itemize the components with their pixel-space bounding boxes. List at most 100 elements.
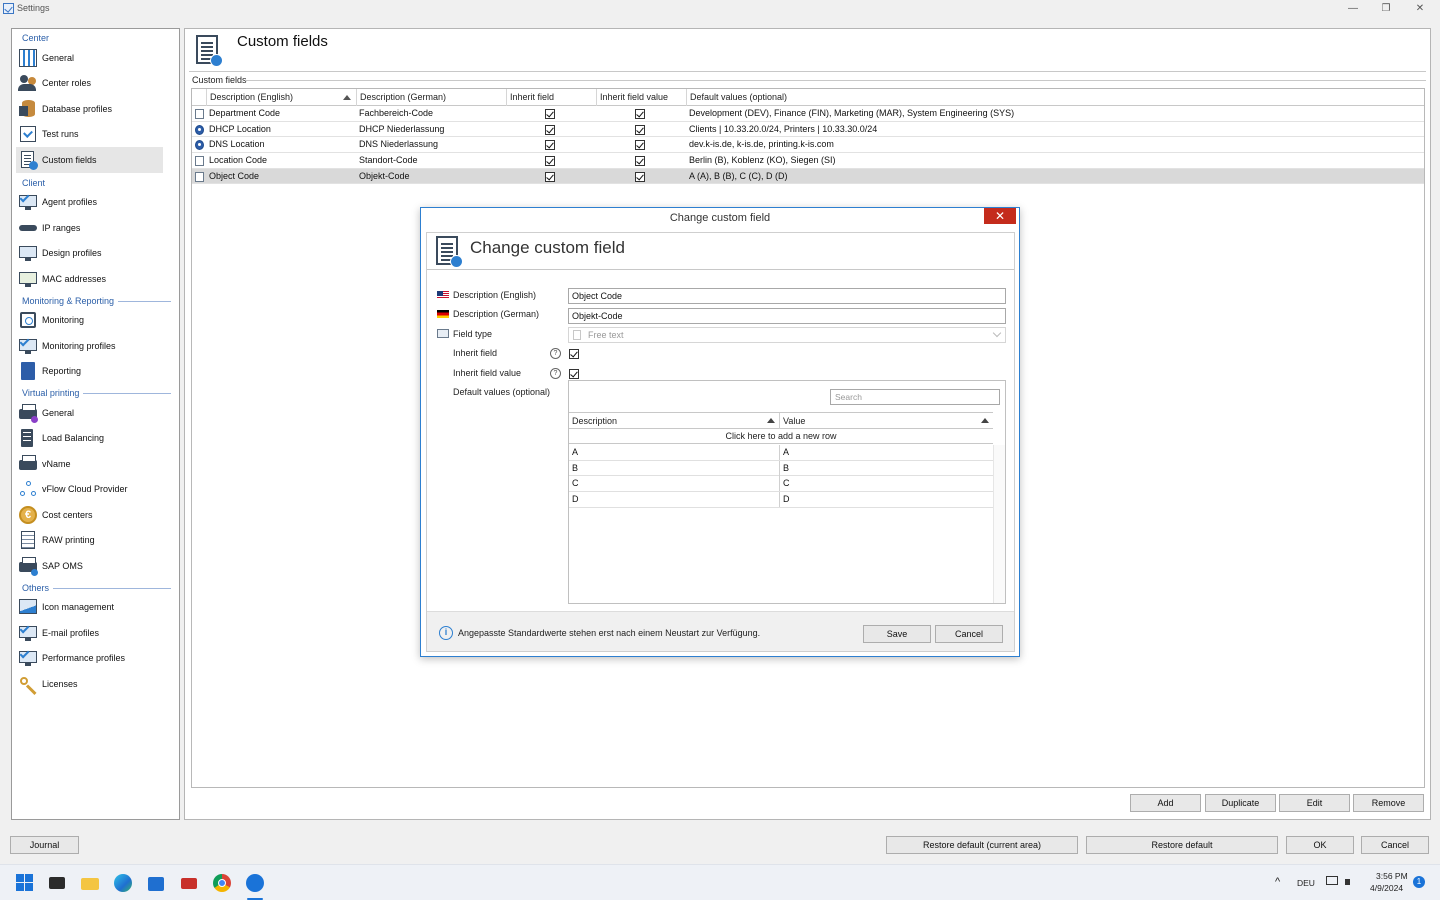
document-icon — [18, 150, 38, 170]
inherit-field-value-checkbox[interactable] — [635, 171, 645, 182]
volume-icon[interactable] — [1344, 875, 1358, 889]
sidebar-item-raw-printing[interactable]: RAW printing — [16, 528, 163, 554]
sidebar-item-mac-addresses[interactable]: MAC addresses — [16, 266, 163, 292]
default-values-grid: Search Description Value Click here to a… — [568, 380, 1006, 604]
field-type-label: Field type — [453, 329, 493, 339]
monitor-icon — [18, 243, 38, 263]
sidebar-item-cost-centers[interactable]: € Cost centers — [16, 502, 163, 528]
sidebar-item-icon-management[interactable]: Icon management — [16, 595, 163, 621]
sidebar-item-vp-general[interactable]: General — [16, 400, 163, 426]
inherit-field-value-checkbox[interactable] — [635, 109, 645, 119]
table-row[interactable]: Location Code Standort-Code Berlin (B), … — [192, 153, 1424, 169]
sidebar-item-center-roles[interactable]: Center roles — [16, 71, 163, 97]
cell-description-english: Location Code — [209, 155, 268, 166]
dialog-cancel-button[interactable]: Cancel — [935, 625, 1003, 643]
sidebar-item-design-profiles[interactable]: Design profiles — [16, 241, 163, 267]
clock-date[interactable]: 4/9/2024 — [1370, 883, 1403, 893]
chevron-up-icon[interactable]: ^ — [1275, 876, 1280, 888]
edit-button[interactable]: Edit — [1279, 794, 1350, 812]
sidebar-item-performance-profiles[interactable]: Performance profiles — [16, 646, 163, 672]
sidebar-item-agent-profiles[interactable]: Agent profiles — [16, 190, 163, 216]
description-english-input[interactable]: Object Code — [568, 288, 1006, 304]
sidebar-item-test-runs[interactable]: Test runs — [16, 122, 163, 148]
column-header-default-values[interactable]: Default values (optional) — [686, 89, 1424, 106]
ok-button[interactable]: OK — [1286, 836, 1354, 854]
description-english-label: Description (English) — [453, 290, 537, 300]
inherit-field-value-checkbox[interactable] — [635, 124, 645, 135]
cell-description-german: Objekt-Code — [359, 170, 410, 181]
sidebar-item-ip-ranges[interactable]: IP ranges — [16, 215, 163, 241]
sidebar-item-sap-oms[interactable]: SAP OMS — [16, 553, 163, 579]
remove-button[interactable]: Remove — [1353, 794, 1424, 812]
chrome-icon[interactable] — [212, 873, 232, 893]
column-header-description-german[interactable]: Description (German) — [356, 89, 506, 106]
sidebar-item-monitoring-profiles[interactable]: Monitoring profiles — [16, 333, 163, 359]
search-input[interactable]: Search — [830, 389, 1000, 405]
table-row[interactable]: Department Code Fachbereich-Code Develop… — [192, 106, 1424, 122]
minimize-button[interactable]: — — [1338, 1, 1368, 17]
cell-description-german: DHCP Niederlassung — [359, 123, 445, 134]
table-row-selected[interactable]: Object Code Objekt-Code A (A), B (B), C … — [192, 168, 1424, 185]
add-new-row[interactable]: Click here to add a new row — [569, 429, 993, 444]
list-item[interactable]: D D — [569, 492, 993, 508]
restore-default-current-area-button[interactable]: Restore default (current area) — [886, 836, 1078, 854]
column-header-inherit-field[interactable]: Inherit field — [506, 89, 596, 106]
inherit-field-checkbox[interactable] — [545, 140, 555, 151]
clock-time[interactable]: 3:56 PM — [1376, 871, 1408, 881]
sidebar-item-email-profiles[interactable]: E-mail profiles — [16, 620, 163, 646]
cell-value: B — [783, 462, 790, 473]
sidebar-item-vflow-cloud-provider[interactable]: vFlow Cloud Provider — [16, 477, 163, 503]
dialog-close-button[interactable]: ✕ — [984, 208, 1016, 224]
printer-app-icon[interactable] — [179, 873, 199, 893]
custom-fields-icon — [194, 34, 224, 68]
table-row[interactable]: DNS Location DNS Niederlassung dev.k-is.… — [192, 137, 1424, 154]
help-icon[interactable]: ? — [550, 368, 561, 379]
inherit-field-checkbox[interactable] — [545, 171, 555, 182]
sidebar-item-load-balancing[interactable]: Load Balancing — [16, 426, 163, 452]
cancel-button[interactable]: Cancel — [1361, 836, 1429, 854]
list-item[interactable]: A A — [569, 445, 993, 461]
save-button[interactable]: Save — [863, 625, 931, 643]
sidebar-item-licenses[interactable]: Licenses — [16, 671, 163, 697]
inherit-field-value-checkbox[interactable] — [635, 140, 645, 151]
table-row[interactable]: DHCP Location DHCP Niederlassung Clients… — [192, 122, 1424, 138]
terminal-icon[interactable] — [47, 873, 67, 893]
sidebar-item-general[interactable]: General — [16, 45, 163, 71]
help-icon[interactable]: ? — [550, 348, 561, 359]
vertical-scrollbar[interactable] — [993, 445, 1005, 603]
sidebar-section-others: Others — [22, 581, 179, 595]
language-indicator[interactable]: DEU — [1297, 878, 1315, 888]
inherit-field-checkbox[interactable] — [545, 124, 555, 135]
description-german-input[interactable]: Objekt-Code — [568, 308, 1006, 324]
duplicate-button[interactable]: Duplicate — [1205, 794, 1276, 812]
store-icon[interactable] — [146, 873, 166, 893]
inherit-field-checkbox[interactable] — [545, 156, 555, 167]
inherit-field-checkbox[interactable] — [569, 349, 579, 359]
sidebar-item-monitoring[interactable]: Monitoring — [16, 308, 163, 334]
column-header-value[interactable]: Value — [780, 413, 993, 429]
maximize-button[interactable]: ❐ — [1371, 1, 1401, 17]
journal-button[interactable]: Journal — [10, 836, 79, 854]
column-header-description[interactable]: Description — [569, 413, 780, 429]
column-header-inherit-field-value[interactable]: Inherit field value — [596, 89, 686, 106]
network-status-icon[interactable] — [1326, 875, 1340, 889]
sidebar-item-custom-fields[interactable]: Custom fields — [16, 147, 163, 173]
edge-browser-icon[interactable] — [113, 873, 133, 893]
sidebar-item-vname[interactable]: vName — [16, 451, 163, 477]
inherit-field-value-checkbox[interactable] — [569, 369, 579, 379]
sidebar-item-reporting[interactable]: Reporting — [16, 359, 163, 385]
inherit-field-checkbox[interactable] — [545, 109, 555, 119]
notification-badge[interactable]: 1 — [1413, 876, 1425, 888]
add-button[interactable]: Add — [1130, 794, 1201, 812]
windows-start-icon[interactable] — [15, 873, 35, 893]
close-button[interactable]: ✕ — [1405, 1, 1435, 17]
file-explorer-icon[interactable] — [80, 873, 100, 893]
settings-app-taskbar-icon[interactable] — [245, 873, 265, 900]
column-header-description-english[interactable]: Description (English) — [206, 89, 356, 106]
inherit-field-value-checkbox[interactable] — [635, 156, 645, 167]
list-item[interactable]: C C — [569, 476, 993, 493]
plug-icon — [18, 218, 38, 238]
list-item[interactable]: B B — [569, 460, 993, 477]
sidebar-item-database-profiles[interactable]: Database profiles — [16, 96, 163, 122]
restore-default-button[interactable]: Restore default — [1086, 836, 1278, 854]
